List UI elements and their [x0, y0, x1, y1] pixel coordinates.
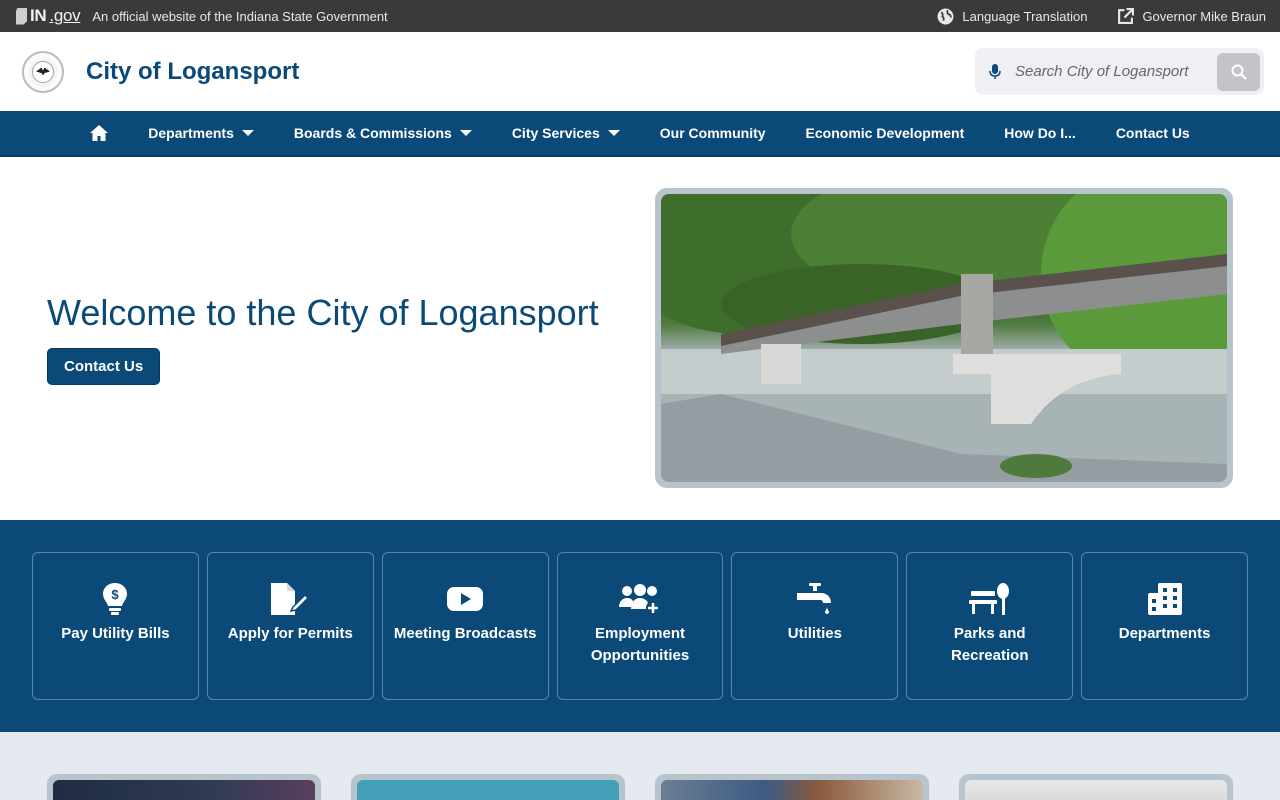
official-website-text: An official website of the Indiana State…: [92, 8, 388, 24]
nav-contact-us-label: Contact Us: [1115, 125, 1190, 141]
featured-card-4[interactable]: [959, 774, 1233, 800]
quick-link-pay-utility-bills[interactable]: $ Pay Utility Bills: [32, 552, 199, 700]
nav-our-community-label: Our Community: [659, 125, 766, 141]
svg-text:$: $: [112, 587, 120, 602]
quick-links: $ Pay Utility Bills Apply for Permits Me…: [0, 520, 1280, 732]
city-seal-logo: [22, 50, 64, 93]
globe-icon: [937, 8, 954, 24]
main-nav: Departments Boards & Commissions City Se…: [0, 111, 1280, 157]
nav-economic-development[interactable]: Economic Development: [786, 110, 985, 156]
state-bar-right: Language Translation Governor Mike Braun: [937, 7, 1266, 25]
hero-image-frame: [655, 188, 1233, 488]
quick-link-meeting-broadcasts[interactable]: Meeting Broadcasts: [381, 552, 549, 700]
users-plus-icon: [619, 584, 660, 615]
nav-city-services-label: City Services: [511, 125, 600, 141]
state-bar: IN .gov An official website of the Indian…: [0, 0, 1280, 32]
quick-link-label: Utilities: [787, 625, 842, 642]
state-bar-left: IN .gov An official website of the Indian…: [16, 6, 388, 26]
lightbulb-dollar-icon: $: [103, 583, 128, 615]
quick-link-label: Departments: [1118, 625, 1211, 642]
quick-link-label: Meeting Broadcasts: [393, 625, 537, 642]
home-icon: [90, 125, 109, 141]
hero-title: Welcome to the City of Logansport: [47, 291, 599, 333]
quick-link-label: Pay Utility Bills: [61, 625, 170, 642]
nav-contact-us[interactable]: Contact Us: [1096, 110, 1210, 156]
nav-our-community[interactable]: Our Community: [640, 110, 786, 156]
featured-card-1[interactable]: [47, 774, 321, 800]
quick-link-employment-opportunities[interactable]: Employment Opportunities: [556, 552, 724, 700]
language-translation-link[interactable]: Language Translation: [937, 8, 1087, 25]
file-signature-icon: [271, 583, 310, 615]
search-box: [975, 48, 1264, 95]
nav-how-do-i[interactable]: How Do I...: [984, 110, 1096, 156]
seal-eagle-icon: [32, 60, 54, 83]
in-gov-logo-gov: .gov: [49, 6, 81, 25]
nav-city-services[interactable]: City Services: [492, 110, 640, 156]
youtube-icon: [447, 587, 484, 611]
hero-contact-us-button[interactable]: Contact Us: [47, 347, 161, 385]
caret-down-icon: [241, 130, 254, 136]
featured-card-3[interactable]: [655, 774, 929, 800]
quick-link-apply-for-permits[interactable]: Apply for Permits: [206, 552, 374, 700]
nav-economic-development-label: Economic Development: [805, 125, 965, 141]
hero-text: Welcome to the City of Logansport Contac…: [47, 291, 607, 385]
faucet-icon: [796, 583, 831, 614]
microphone-icon[interactable]: [989, 63, 1001, 80]
governor-label: Governor Mike Braun: [1142, 8, 1266, 24]
caret-down-icon: [607, 130, 620, 136]
in-gov-logo-in: IN: [30, 6, 47, 25]
nav-boards-commissions[interactable]: Boards & Commissions: [274, 110, 492, 156]
nav-departments[interactable]: Departments: [128, 110, 274, 156]
in-gov-logo[interactable]: IN .gov: [16, 6, 81, 26]
caret-down-icon: [459, 130, 472, 136]
featured-card-2[interactable]: [351, 774, 625, 800]
search-input[interactable]: [1015, 63, 1203, 80]
building-icon: [1147, 583, 1182, 615]
governor-link[interactable]: Governor Mike Braun: [1117, 7, 1266, 25]
hero-section: Welcome to the City of Logansport Contac…: [0, 157, 1280, 520]
quick-link-departments[interactable]: Departments: [1081, 552, 1249, 700]
nav-departments-label: Departments: [148, 125, 234, 141]
nav-boards-label: Boards & Commissions: [293, 125, 452, 141]
quick-link-label: Parks and Recreation: [950, 625, 1029, 664]
park-bench-tree-icon: [968, 583, 1009, 615]
nav-how-do-i-label: How Do I...: [1004, 125, 1076, 141]
search-button[interactable]: [1217, 52, 1260, 91]
indiana-state-icon: [16, 7, 27, 25]
external-link-icon: [1118, 7, 1135, 24]
nav-home[interactable]: [70, 110, 128, 156]
quick-link-parks-and-recreation[interactable]: Parks and Recreation: [906, 552, 1074, 700]
search-icon: [1231, 64, 1247, 80]
quick-link-utilities[interactable]: Utilities: [731, 552, 899, 700]
site-header: City of Logansport: [0, 32, 1280, 111]
language-translation-label: Language Translation: [962, 8, 1088, 24]
quick-link-label: Employment Opportunities: [590, 625, 690, 664]
site-brand[interactable]: City of Logansport: [22, 50, 300, 93]
featured-cards-section: [0, 732, 1280, 800]
quick-link-label: Apply for Permits: [227, 625, 353, 642]
hero-bridge-photo: [661, 194, 1227, 482]
site-title: City of Logansport: [86, 57, 300, 85]
